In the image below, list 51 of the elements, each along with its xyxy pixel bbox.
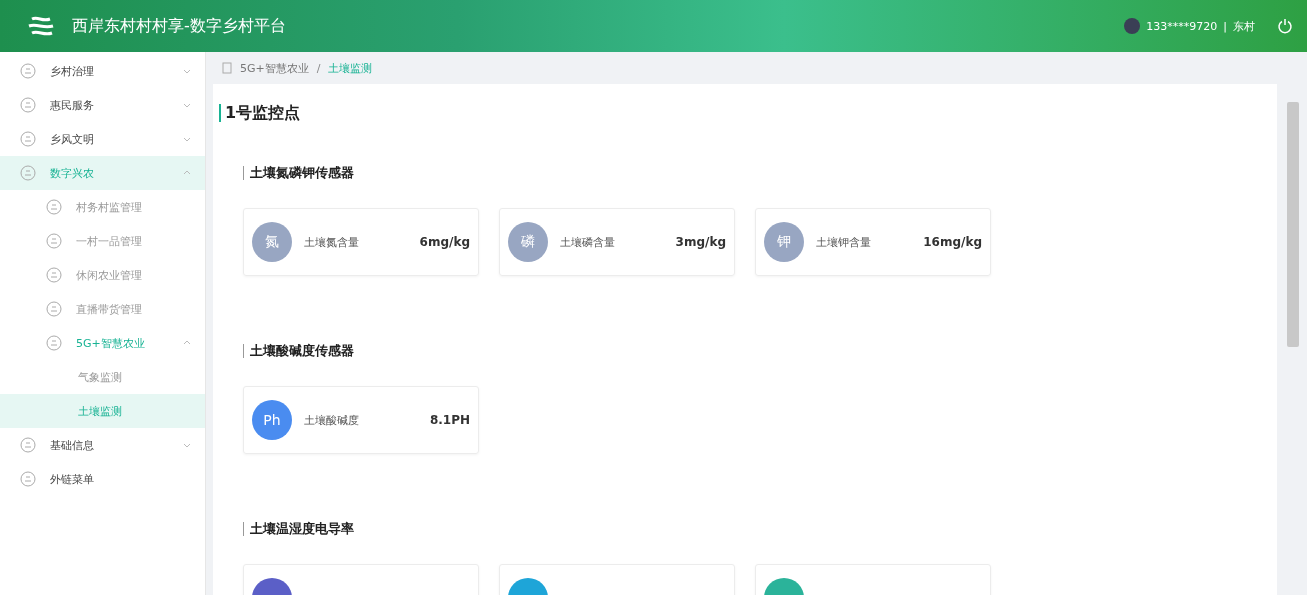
menu-icon [20, 63, 36, 79]
menu-icon [46, 233, 62, 249]
menu-icon [20, 471, 36, 487]
section-title: 土壤酸碱度传感器 [243, 344, 1277, 358]
sidebar-item[interactable]: 外链菜单 [0, 462, 205, 496]
sidebar-item[interactable]: 惠民服务 [0, 88, 205, 122]
app-title: 西岸东村村村享-数字乡村平台 [72, 15, 287, 37]
sensor-label: 土壤氮含量 [304, 234, 360, 250]
user-role[interactable]: 东村 [1233, 18, 1255, 34]
sidebar-item[interactable]: 村务村监管理 [0, 190, 205, 224]
scrollbar[interactable] [1287, 102, 1299, 347]
sensor-value: 3mg/kg [675, 235, 726, 249]
menu-icon [20, 131, 36, 147]
sidebar-item[interactable]: 5G+智慧农业 [0, 326, 205, 360]
sidebar-item[interactable]: 气象监测 [0, 360, 205, 394]
sensor-icon: 钾 [764, 222, 804, 262]
sensor-icon: Ph [252, 400, 292, 440]
sensor-label: 土壤钾含量 [816, 234, 872, 250]
avatar-icon [1124, 18, 1141, 34]
document-icon [222, 62, 232, 74]
sensor-label: 土壤磷含量 [560, 234, 616, 250]
sensor-label: 土壤酸碱度 [304, 412, 360, 428]
menu-icon [20, 97, 36, 113]
breadcrumb-link[interactable]: 土壤监测 [328, 60, 373, 76]
menu-icon [46, 267, 62, 283]
sidebar-item[interactable]: 直播带货管理 [0, 292, 205, 326]
breadcrumb-separator: / [316, 61, 321, 75]
sensor-icon: 氮 [252, 222, 292, 262]
sensor-value: 8.1PH [429, 413, 470, 427]
menu-icon [46, 335, 62, 351]
sidebar-item[interactable]: 一村一品管理 [0, 224, 205, 258]
sidebar-item[interactable]: 基础信息 [0, 428, 205, 462]
sidebar-item[interactable]: 土壤监测 [0, 394, 205, 428]
sidebar-item[interactable]: 休闲农业管理 [0, 258, 205, 292]
menu-icon [46, 301, 62, 317]
menu-icon [46, 199, 62, 215]
sensor-icon: 磷 [508, 222, 548, 262]
power-icon[interactable] [1277, 18, 1293, 34]
breadcrumb-link[interactable]: 5G+智慧农业 [240, 60, 309, 76]
sidebar-item[interactable]: 乡村治理 [0, 54, 205, 88]
section-title: 土壤氮磷钾传感器 [243, 166, 1277, 180]
sidebar-item[interactable]: 乡风文明 [0, 122, 205, 156]
menu-icon [20, 437, 36, 453]
section-title: 土壤温湿度电导率 [243, 522, 1277, 536]
page-title: 1号监控点 [219, 104, 1277, 122]
separator-text: | [1223, 19, 1227, 33]
sensor-value: 6mg/kg [419, 235, 470, 249]
menu-icon [20, 165, 36, 181]
user-phone[interactable]: 133****9720 [1146, 19, 1218, 33]
sidebar-item[interactable]: 数字兴农 [0, 156, 205, 190]
sensor-value: 16mg/kg [923, 235, 982, 249]
